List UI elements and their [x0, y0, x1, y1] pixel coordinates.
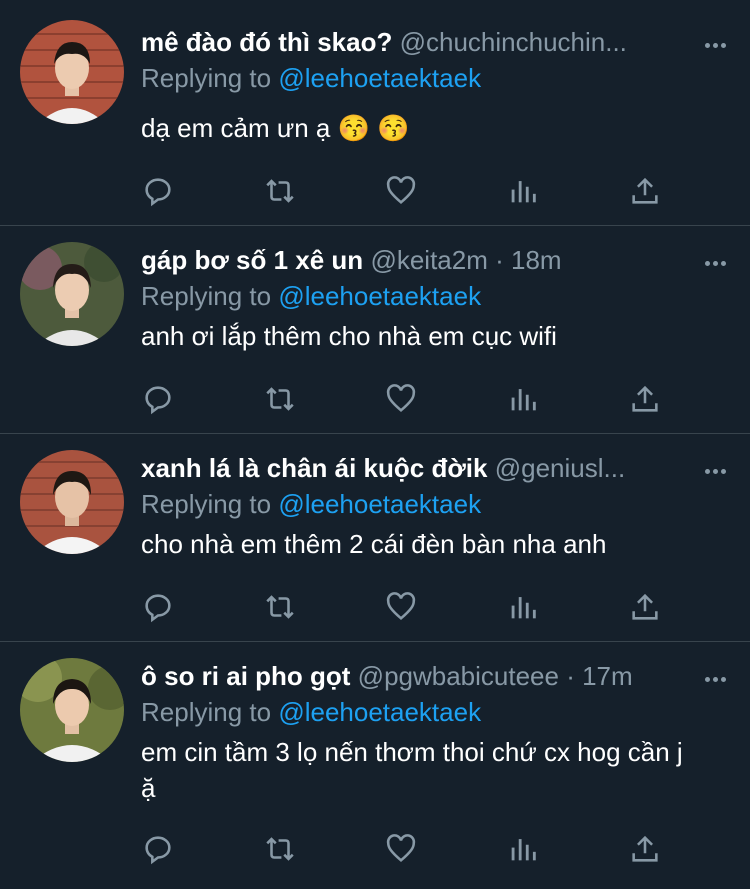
avatar[interactable]	[20, 242, 124, 346]
share-icon[interactable]	[628, 832, 664, 868]
replying-label: Replying to	[141, 281, 272, 311]
avatar-image	[20, 658, 124, 762]
reply-icon[interactable]	[141, 590, 177, 626]
more-icon[interactable]	[696, 246, 726, 266]
avatar-image	[20, 20, 124, 124]
tweet-actions	[141, 382, 681, 418]
tweet-actions	[141, 832, 681, 868]
mention-link[interactable]: @leehoetaektaek	[278, 489, 481, 519]
replying-label: Replying to	[141, 697, 272, 727]
like-icon[interactable]	[384, 382, 420, 418]
retweet-icon[interactable]	[263, 174, 299, 210]
tweet[interactable]: gáp bơ số 1 xê un @keita2m · 18m Replyin…	[0, 226, 750, 434]
retweet-icon[interactable]	[263, 382, 299, 418]
tweet-header: xanh lá là chân ái kuộc đờik @geniusl...	[141, 450, 726, 486]
avatar-image	[20, 450, 124, 554]
mention-link[interactable]: @leehoetaektaek	[278, 697, 481, 727]
handle[interactable]: @chuchinchuchin...	[400, 27, 627, 57]
share-icon[interactable]	[628, 382, 664, 418]
retweet-icon[interactable]	[263, 832, 299, 868]
display-name[interactable]: xanh lá là chân ái kuộc đờik	[141, 453, 488, 483]
replying-to: Replying to @leehoetaektaek	[141, 694, 726, 730]
share-icon[interactable]	[628, 590, 664, 626]
like-icon[interactable]	[384, 590, 420, 626]
analytics-icon[interactable]	[506, 590, 542, 626]
reply-icon[interactable]	[141, 174, 177, 210]
tweet-actions	[141, 590, 681, 626]
tweet[interactable]: mê đào đó thì skao? @chuchinchuchin... R…	[0, 0, 750, 226]
analytics-icon[interactable]	[506, 832, 542, 868]
tweet-header: gáp bơ số 1 xê un @keita2m · 18m	[141, 242, 726, 278]
tweet-text: em cin tầm 3 lọ nến thơm thoi chứ cx hog…	[141, 737, 683, 803]
reply-icon[interactable]	[141, 832, 177, 868]
more-icon[interactable]	[696, 454, 726, 474]
handle[interactable]: @keita2m	[370, 245, 487, 275]
avatar[interactable]	[20, 658, 124, 762]
replying-label: Replying to	[141, 489, 272, 519]
tweet[interactable]: xanh lá là chân ái kuộc đờik @geniusl...…	[0, 434, 750, 642]
mention-link[interactable]: @leehoetaektaek	[278, 281, 481, 311]
analytics-icon[interactable]	[506, 382, 542, 418]
display-name[interactable]: ô so ri ai pho gọt	[141, 661, 350, 691]
display-name[interactable]: gáp bơ số 1 xê un	[141, 245, 363, 275]
retweet-icon[interactable]	[263, 590, 299, 626]
tweet-header: mê đào đó thì skao? @chuchinchuchin...	[141, 24, 726, 60]
tweet-text: anh ơi lắp thêm cho nhà em cục wifi	[141, 321, 557, 351]
avatar[interactable]	[20, 450, 124, 554]
replying-to: Replying to @leehoetaektaek	[141, 60, 726, 96]
tweet-header: ô so ri ai pho gọt @pgwbabicuteee · 17m	[141, 658, 726, 694]
tweet-actions	[141, 174, 681, 210]
tweet-text: dạ em cảm ưn ạ 😚 😚	[141, 113, 410, 143]
tweet-text: cho nhà em thêm 2 cái đèn bàn nha anh	[141, 529, 607, 559]
reply-icon[interactable]	[141, 382, 177, 418]
display-name[interactable]: mê đào đó thì skao?	[141, 27, 392, 57]
replying-to: Replying to @leehoetaektaek	[141, 278, 726, 314]
analytics-icon[interactable]	[506, 174, 542, 210]
replying-to: Replying to @leehoetaektaek	[141, 486, 726, 522]
avatar-image	[20, 242, 124, 346]
timestamp[interactable]: · 17m	[566, 661, 632, 691]
avatar[interactable]	[20, 20, 124, 124]
like-icon[interactable]	[384, 832, 420, 868]
more-icon[interactable]	[696, 662, 726, 682]
mention-link[interactable]: @leehoetaektaek	[278, 63, 481, 93]
like-icon[interactable]	[384, 174, 420, 210]
share-icon[interactable]	[628, 174, 664, 210]
handle[interactable]: @geniusl...	[495, 453, 625, 483]
handle[interactable]: @pgwbabicuteee	[358, 661, 559, 691]
timestamp[interactable]: · 18m	[495, 245, 561, 275]
replying-label: Replying to	[141, 63, 272, 93]
tweet[interactable]: ô so ri ai pho gọt @pgwbabicuteee · 17m …	[0, 642, 750, 889]
more-icon[interactable]	[696, 28, 726, 48]
